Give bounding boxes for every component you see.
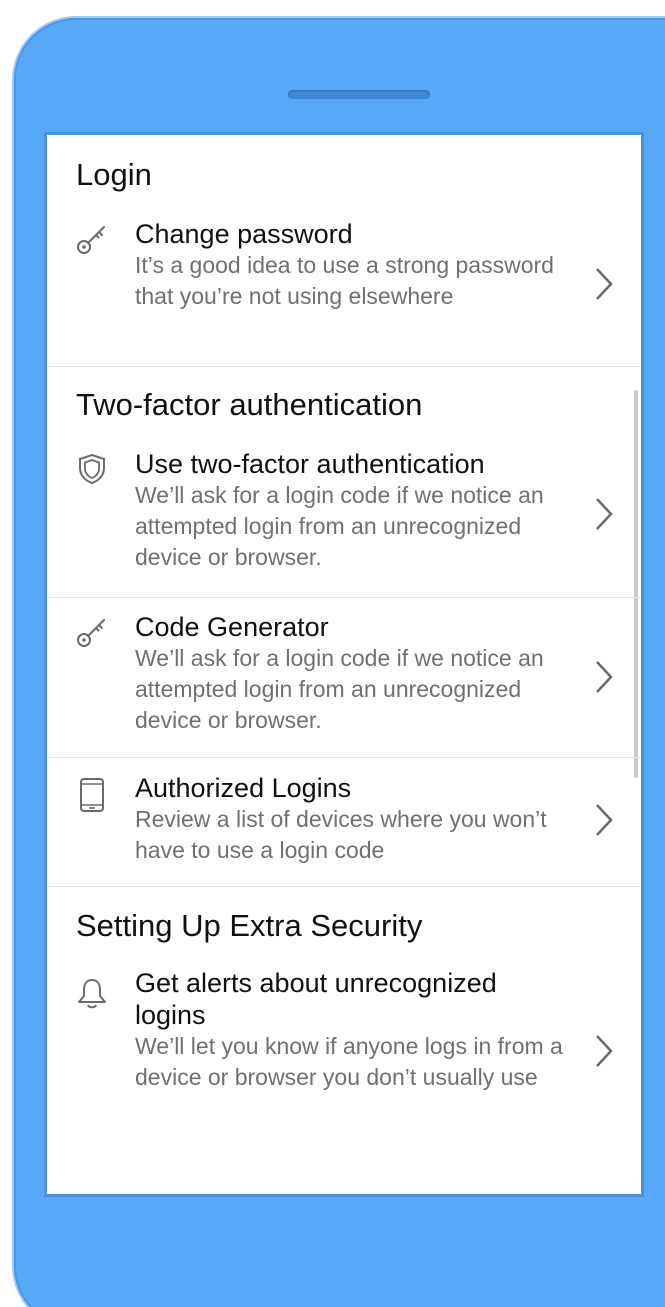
chevron-right-icon: [596, 661, 613, 693]
item-description: We’ll ask for a login code if we notice …: [135, 482, 544, 570]
authorized-logins-item[interactable]: Authorized Logins Review a list of devic…: [47, 772, 641, 866]
use-two-factor-item[interactable]: Use two-factor authentication We’ll ask …: [47, 448, 641, 573]
phone-speaker: [288, 90, 430, 99]
key-icon: [77, 226, 105, 254]
security-settings-screen: Login Change password It’s a good idea t…: [44, 132, 644, 1197]
section-title-two-factor: Two-factor authentication: [76, 387, 423, 422]
divider: [47, 597, 641, 598]
item-title: Use two-factor authentication: [135, 449, 485, 479]
chevron-right-icon: [596, 804, 613, 836]
chevron-right-icon: [596, 268, 613, 300]
shield-icon: [79, 453, 105, 485]
divider: [47, 366, 641, 367]
divider: [47, 886, 641, 887]
item-description: We’ll ask for a login code if we notice …: [135, 645, 544, 733]
chevron-right-icon: [596, 1035, 613, 1067]
key-icon: [77, 619, 105, 647]
section-title-extra-security: Setting Up Extra Security: [76, 908, 423, 943]
stage: Login Change password It’s a good idea t…: [0, 0, 665, 1307]
code-generator-item[interactable]: Code Generator We’ll ask for a login cod…: [47, 611, 641, 736]
item-title: Change password: [135, 219, 353, 249]
item-description: It’s a good idea to use a strong passwor…: [135, 252, 554, 309]
item-title: Code Generator: [135, 612, 329, 642]
change-password-item[interactable]: Change password It’s a good idea to use …: [47, 218, 641, 312]
phone-icon: [80, 778, 104, 812]
item-description: We’ll let you know if anyone logs in fro…: [135, 1033, 563, 1090]
login-alerts-item[interactable]: Get alerts about unrecognized logins We’…: [47, 967, 641, 1093]
divider: [47, 757, 641, 758]
item-title: Get alerts about unrecognized logins: [135, 968, 497, 1030]
item-title: Authorized Logins: [135, 773, 352, 803]
chevron-right-icon: [596, 498, 613, 530]
section-title-login: Login: [76, 157, 152, 192]
item-description: Review a list of devices where you won’t…: [135, 806, 547, 863]
bell-icon: [78, 979, 106, 1009]
